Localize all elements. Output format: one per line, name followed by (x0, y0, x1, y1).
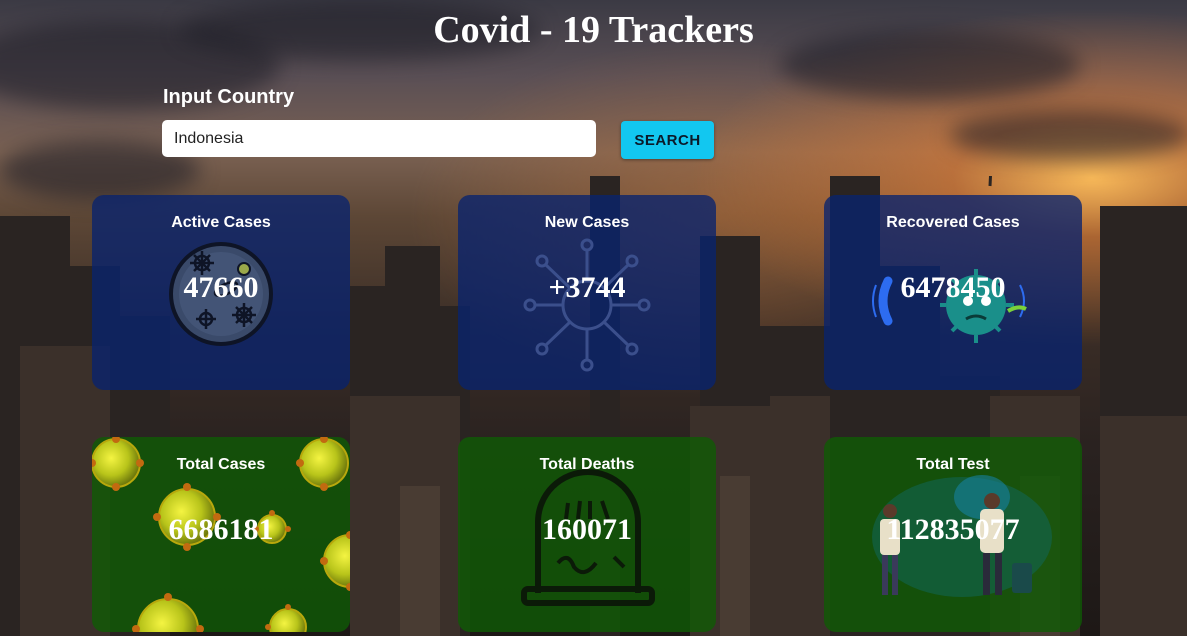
country-input[interactable] (162, 120, 596, 157)
card-total-test: Total Test 112835077 (824, 437, 1082, 632)
card-new-cases: New Cases +3744 (458, 195, 716, 390)
card-title: New Cases (544, 214, 630, 231)
card-value: 47660 (183, 271, 259, 304)
card-title: Total Cases (176, 456, 266, 473)
background-cloud (950, 110, 1187, 160)
doctors-icon (872, 475, 1052, 597)
card-total-deaths: Total Deaths 160071 (458, 437, 716, 632)
page-title: Covid - 19 Trackers (433, 9, 754, 51)
search-button[interactable]: SEARCH (621, 121, 714, 159)
card-value: +3744 (548, 271, 626, 304)
card-title: Total Deaths (539, 456, 635, 473)
card-title: Active Cases (171, 214, 271, 231)
card-title: Total Test (916, 456, 990, 473)
card-active-cases: Active Cases 47660 (92, 195, 350, 390)
card-title: Recovered Cases (886, 214, 1020, 231)
card-total-cases: Total Cases 6686181 (92, 437, 350, 632)
card-value: 6478450 (900, 271, 1006, 304)
virus-network-icon (523, 238, 651, 372)
card-value: 112835077 (886, 513, 1020, 546)
country-input-label: Input Country (163, 86, 295, 108)
card-recovered-cases: Recovered Cases 6478450 (824, 195, 1082, 390)
card-value: 160071 (542, 513, 632, 546)
card-value: 6686181 (168, 513, 274, 546)
